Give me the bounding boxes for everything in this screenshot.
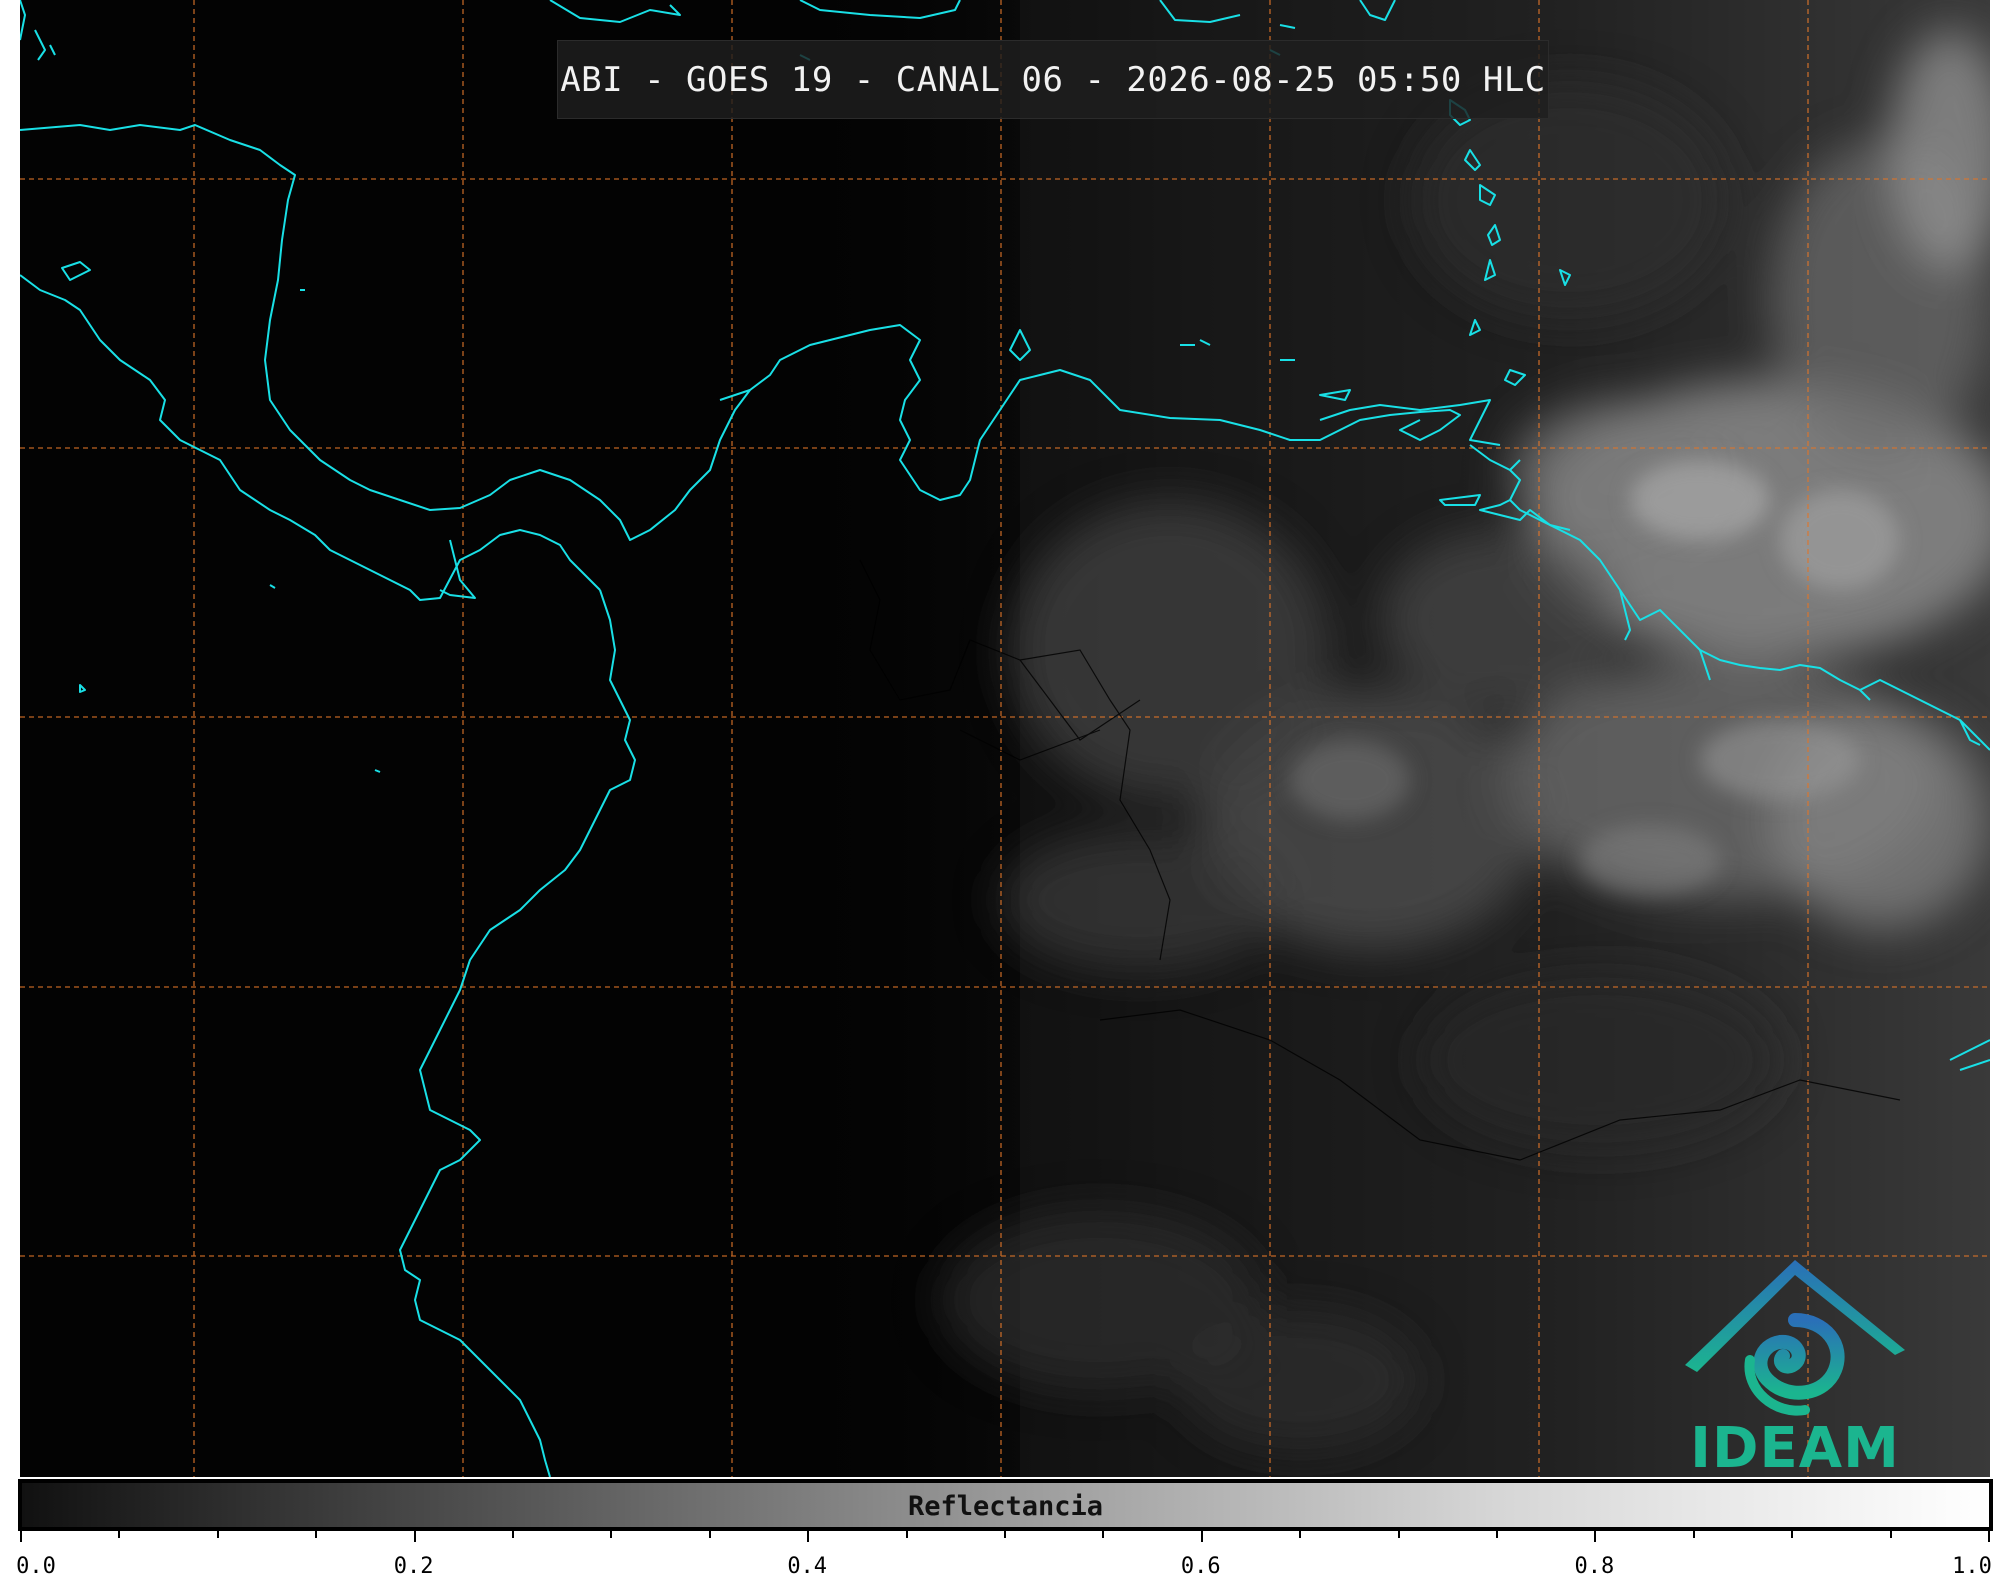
- map-title: ABI - GOES 19 - CANAL 06 - 2026-08-25 05…: [560, 59, 1546, 100]
- colorbar-minor-tick: [217, 1530, 219, 1538]
- colorbar-minor-tick: [906, 1530, 908, 1538]
- colorbar-tick-label: 1.0: [1952, 1554, 1992, 1579]
- colorbar-tick-label: 0.4: [787, 1554, 828, 1579]
- colorbar-major-tick: [1201, 1530, 1203, 1542]
- colorbar-tick-label: 0.6: [1180, 1554, 1221, 1579]
- colorbar-tick-label: 0.8: [1574, 1554, 1615, 1579]
- satellite-map: ABI - GOES 19 - CANAL 06 - 2026-08-25 05…: [20, 0, 1990, 1477]
- logo-text: IDEAM: [1690, 1416, 1900, 1477]
- colorbar-minor-tick: [315, 1530, 317, 1538]
- colorbar-minor-tick: [1102, 1530, 1104, 1538]
- colorbar-minor-tick: [1791, 1530, 1793, 1538]
- ideam-logo: IDEAM: [1675, 1250, 1915, 1477]
- colorbar-minor-tick: [1496, 1530, 1498, 1538]
- colorbar-minor-tick: [1004, 1530, 1006, 1538]
- colorbar-minor-tick: [1693, 1530, 1695, 1538]
- colorbar-tick-label: 0.2: [393, 1554, 434, 1579]
- colorbar-minor-tick: [709, 1530, 711, 1538]
- colorbar-minor-tick: [1299, 1530, 1301, 1538]
- colorbar-major-tick: [20, 1530, 22, 1542]
- colorbar-major-tick: [1594, 1530, 1596, 1542]
- colorbar: Reflectancia: [18, 1479, 1993, 1531]
- colorbar-minor-tick: [1398, 1530, 1400, 1538]
- colorbar-tick-label: 0.0: [16, 1554, 56, 1579]
- colorbar-major-tick: [1988, 1530, 1990, 1542]
- colorbar-ticks: 0.0 0.2 0.4 0.6 0.8 1.0: [16, 1530, 1992, 1579]
- colorbar-label: Reflectancia: [907, 1491, 1104, 1522]
- colorbar-major-tick: [807, 1530, 809, 1542]
- colorbar-minor-tick: [1890, 1530, 1892, 1538]
- colorbar-minor-tick: [512, 1530, 514, 1538]
- colorbar-minor-tick: [118, 1530, 120, 1538]
- colorbar-major-tick: [414, 1530, 416, 1542]
- map-title-box: ABI - GOES 19 - CANAL 06 - 2026-08-25 05…: [557, 40, 1549, 119]
- ideam-emblem-icon: [1685, 1260, 1905, 1416]
- colorbar-minor-tick: [610, 1530, 612, 1538]
